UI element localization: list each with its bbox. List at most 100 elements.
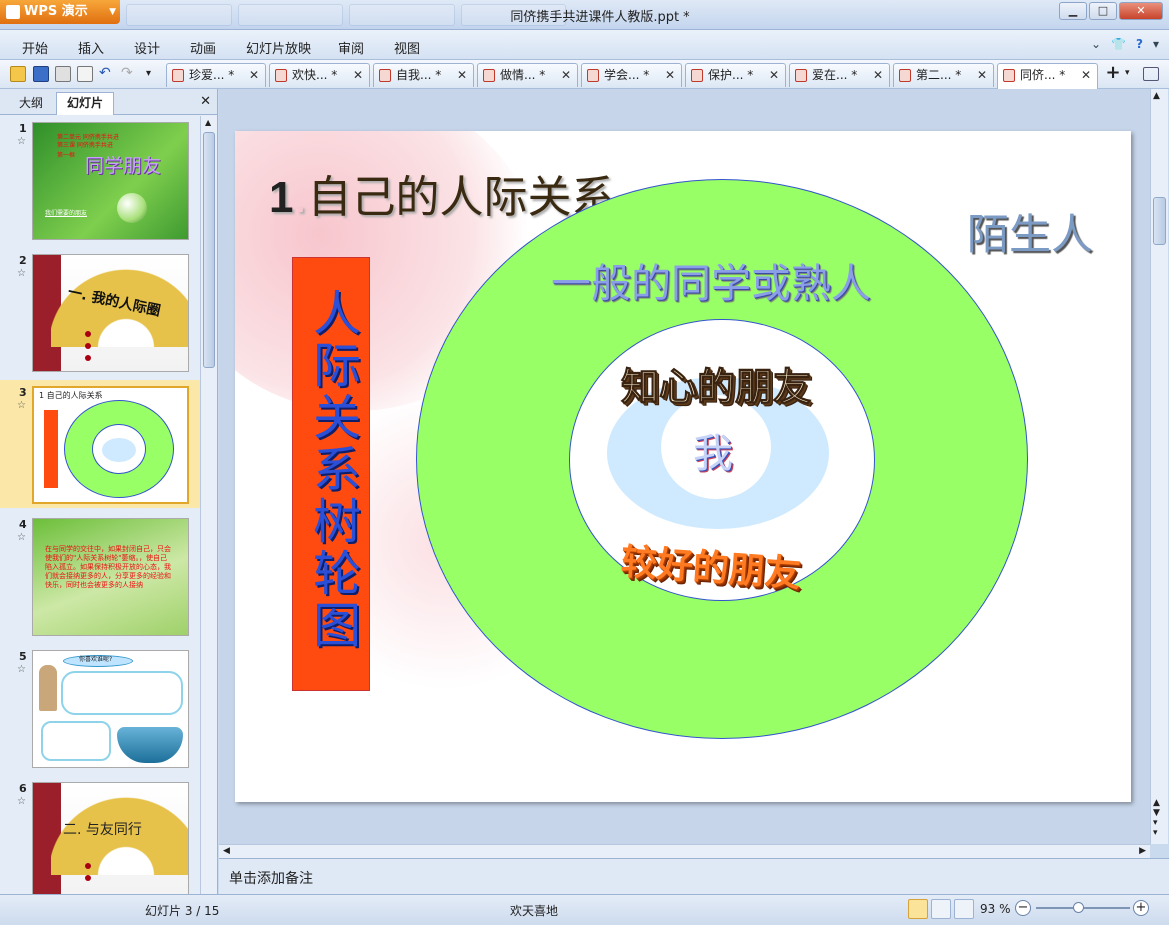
editor-vertical-scrollbar[interactable]: ▲ ▲ ▼ ▾ ▾ [1150,89,1168,844]
slide-thumbnail-2[interactable]: 2 ☆ 一. 我的人际圈 [0,248,200,376]
slide-thumbnail-3[interactable]: 3 ☆ 1 自己的人际关系 [0,380,200,508]
close-tab-icon[interactable]: ✕ [873,64,883,86]
notes-pane[interactable]: 单击添加备注 [219,858,1169,894]
ppt-file-icon [1003,69,1015,82]
scroll-up-icon[interactable]: ▲ [205,118,211,127]
close-friend-label[interactable]: 知心的朋友 [620,356,811,411]
stranger-label[interactable]: 陌生人 [967,201,1093,262]
wps-app-button[interactable]: WPS 演示 ▼ [0,0,120,24]
window-mode-icon[interactable] [1143,67,1159,81]
close-tab-icon[interactable]: ✕ [249,64,259,86]
window-controls: ▁ □ ✕ [1059,2,1163,20]
general-acquaintance-label[interactable]: 一般的同学或熟人 [551,251,871,309]
print-preview-icon[interactable] [77,66,93,82]
close-tab-icon[interactable]: ✕ [457,64,467,86]
menu-view[interactable]: 视图 [394,38,420,57]
thumb-decor [61,671,183,715]
me-label[interactable]: 我 [693,421,733,479]
menu-design[interactable]: 设计 [134,38,160,57]
open-icon[interactable] [10,66,26,82]
menu-review[interactable]: 审阅 [338,38,364,57]
zoom-out-button[interactable]: − [1015,900,1031,916]
slide-thumbnail-6[interactable]: 6 ☆ 二. 与友同行 [0,776,200,894]
new-tab-icon[interactable]: + [1103,64,1123,84]
slide-thumbnail-5[interactable]: 5 ☆ 你喜欢谁呢? [0,644,200,772]
slide-thumbnail-4[interactable]: 4 ☆ 在与同学的交往中，如果封闭自己，只会使我们的"人际关系树轮"萎缩。，使自… [0,512,200,640]
slide-thumbnail-1[interactable]: 1 ☆ 第二单元 同侪携手共进 第三课 同侪携手共进 第一框 同学朋友 我们需要… [0,116,200,244]
doc-tab[interactable]: 做情... * ✕ [477,63,578,87]
vertical-label: 人际关系树轮图 [304,288,360,652]
doc-tab[interactable]: 保护... * ✕ [685,63,786,87]
slide-number: 5 [19,650,27,663]
thumb-title: 同学朋友 [85,155,162,177]
ribbon-collapse-icon[interactable]: ⌄ [1091,37,1101,51]
slide-title[interactable]: 1.自己的人际关系 [269,161,615,225]
editor-horizontal-scrollbar[interactable]: ◀ ▶ [219,844,1150,858]
menu-slideshow[interactable]: 幻灯片放映 [246,38,311,57]
minimize-button[interactable]: ▁ [1059,2,1087,20]
close-tab-icon[interactable]: ✕ [353,64,363,86]
tab-outline[interactable]: 大纲 [8,92,54,115]
zoom-slider-handle[interactable] [1073,902,1084,913]
menu-home[interactable]: 开始 [22,38,48,57]
doc-tab[interactable]: 欢快... * ✕ [269,63,370,87]
slide-sorter-icon[interactable] [931,899,951,919]
doc-tab[interactable]: 爱在... * ✕ [789,63,890,87]
scroll-right-icon[interactable]: ▶ [1139,846,1146,856]
vertical-label-box[interactable]: 人际关系树轮图 [292,257,370,691]
close-tab-icon[interactable]: ✕ [561,64,571,86]
water-drop-icon [117,193,147,223]
thumb-title: 二. 与友同行 [63,822,142,838]
zoom-in-button[interactable]: + [1133,900,1149,916]
close-tab-icon[interactable]: ✕ [1081,64,1091,86]
doc-tab[interactable]: 第二... * ✕ [893,63,994,87]
undo-icon[interactable]: ↶ [99,66,115,82]
customize-toolbar-icon[interactable]: ▾ [146,66,162,82]
doc-tab[interactable]: 学会... * ✕ [581,63,682,87]
slide-panel-scrollbar[interactable]: ▲ [200,116,217,894]
slide-preview: 第二单元 同侪携手共进 第三课 同侪携手共进 第一框 同学朋友 我们需要的朋友 [32,122,189,240]
normal-view-icon[interactable] [908,899,928,919]
zoom-level[interactable]: 93 % [980,902,1011,916]
slideshow-icon[interactable] [954,899,974,919]
current-slide[interactable]: 1.自己的人际关系 人际关系树轮图 一般的同学或熟人 陌生人 知心的朋友 我 较… [235,131,1131,802]
save-icon[interactable] [33,66,49,82]
tab-slides[interactable]: 幻灯片 [56,92,115,115]
close-panel-icon[interactable]: ✕ [200,94,211,109]
menu-animation[interactable]: 动画 [190,38,216,57]
maximize-button[interactable]: □ [1089,2,1117,20]
thumb-text: 第二单元 同侪携手共进 [57,134,119,141]
doc-tab-label: 保护... * [708,68,754,82]
print-icon[interactable] [55,66,71,82]
redo-icon[interactable]: ↷ [121,66,137,82]
title-number: 1 [269,173,294,222]
ppt-file-icon [483,69,495,82]
doc-tab-label: 学会... * [604,68,650,82]
animation-star-icon: ☆ [17,532,26,543]
animation-star-icon: ☆ [17,664,26,675]
close-tab-icon[interactable]: ✕ [665,64,675,86]
animation-star-icon: ☆ [17,796,26,807]
close-tab-icon[interactable]: ✕ [977,64,987,86]
skin-icon[interactable]: 👕 [1111,37,1126,51]
doc-tab-active[interactable]: 同侪... * ✕ [997,63,1098,89]
slide-preview: 在与同学的交往中，如果封闭自己，只会使我们的"人际关系树轮"萎缩。，使自己陷入孤… [32,518,189,636]
thumb-text: 我们需要的朋友 [45,210,88,217]
tab-list-chevron-icon[interactable]: ▾ [1125,68,1130,78]
doc-tab[interactable]: 自我... * ✕ [373,63,474,87]
page-nav-icons[interactable]: ▲ ▼ ▾ ▾ [1153,798,1160,838]
menu-insert[interactable]: 插入 [78,38,104,57]
notes-placeholder: 单击添加备注 [229,871,313,887]
help-icon[interactable]: ? [1136,37,1143,51]
slide-number: 3 [19,386,27,399]
scroll-thumb[interactable] [1153,197,1166,245]
close-button[interactable]: ✕ [1119,2,1163,20]
scroll-up-icon[interactable]: ▲ [1153,91,1160,101]
scroll-left-icon[interactable]: ◀ [223,846,230,856]
thumb-text: 第三课 同侪携手共进 [57,142,113,149]
chevron-down-icon[interactable]: ▾ [1153,37,1159,51]
close-tab-icon[interactable]: ✕ [769,64,779,86]
doc-tab[interactable]: 珍爱... * ✕ [166,63,266,87]
window-title: 同侪携手共进课件人教版.ppt * [510,10,690,25]
scroll-thumb[interactable] [203,132,215,368]
